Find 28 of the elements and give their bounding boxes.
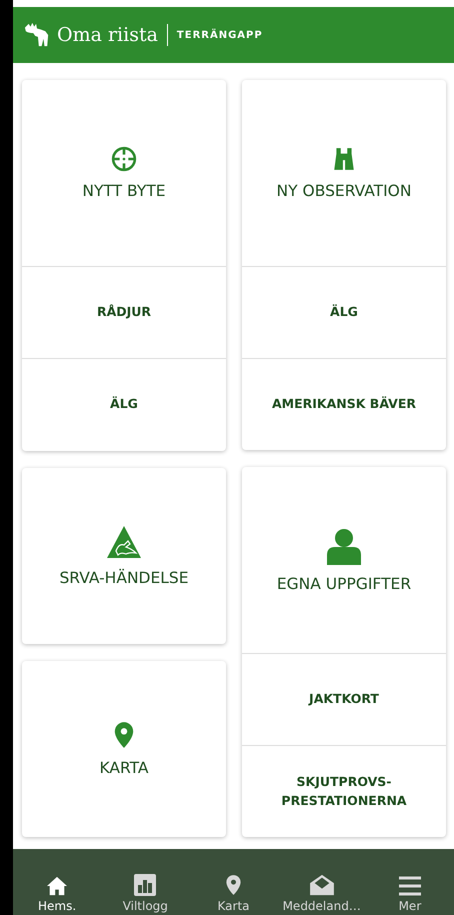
crosshair-icon (111, 146, 137, 172)
tile-button[interactable]: SRVA-HÄNDELSE (22, 468, 226, 644)
tile-button[interactable]: NYTT BYTE (22, 80, 226, 266)
location-pin-icon (225, 874, 242, 896)
nav-tab[interactable]: Mer (366, 849, 454, 915)
app-subtitle: TERRÄNGAPP (176, 30, 263, 41)
nav-tab[interactable]: Viltlogg (101, 849, 190, 915)
menu-icon (398, 876, 422, 896)
location-pin-icon (113, 721, 135, 750)
species-button[interactable]: SKJUTPROVS-PRESTATIONERNA (242, 745, 446, 838)
tile-button[interactable]: KARTA (22, 661, 226, 838)
species-button[interactable]: RÅDJUR (22, 266, 226, 358)
species-button[interactable]: AMERIKANSK BÄVER (242, 358, 446, 450)
tile-button[interactable]: NY OBSERVATION (242, 80, 446, 266)
bar-chart-icon (134, 874, 156, 896)
tile-button[interactable]: EGNA UPPGIFTER (242, 467, 446, 654)
species-button[interactable]: JAKTKORT (242, 653, 446, 746)
open-envelope-icon (308, 874, 335, 896)
nav-tab[interactable]: Karta (189, 849, 278, 915)
person-icon (326, 527, 362, 566)
nav-tab[interactable]: Meddeland… (278, 849, 366, 915)
app-title: Oma riista (57, 24, 158, 46)
nav-tab[interactable]: Hems. (13, 849, 102, 915)
species-button[interactable]: ÄLG (22, 358, 226, 450)
species-button[interactable]: ÄLG (242, 266, 446, 358)
home-icon (46, 876, 68, 896)
moose-icon (23, 22, 51, 48)
triangle-animal-icon (106, 525, 142, 560)
